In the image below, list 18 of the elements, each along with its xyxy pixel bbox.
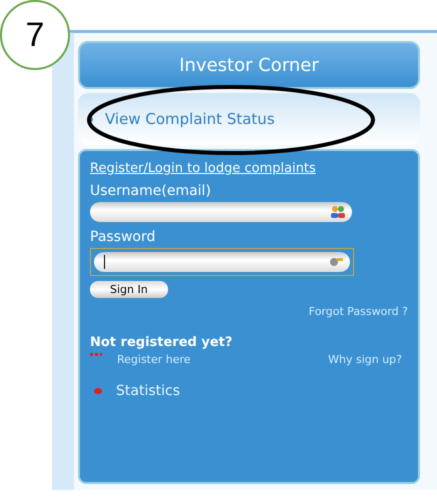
step-badge: 7 bbox=[0, 0, 70, 70]
sign-in-button[interactable]: Sign In bbox=[90, 281, 168, 298]
statistics-link[interactable]: Statistics bbox=[116, 383, 180, 399]
register-login-link[interactable]: Register/Login to lodge complaints bbox=[90, 161, 316, 176]
view-status-link[interactable]: View Complaint Status bbox=[105, 110, 275, 128]
password-label: Password bbox=[90, 229, 156, 245]
users-icon bbox=[330, 205, 346, 219]
not-registered-heading: Not registered yet? bbox=[90, 335, 232, 350]
forgot-password-link[interactable]: Forgot Password ? bbox=[308, 305, 408, 318]
key-icon bbox=[328, 255, 344, 269]
username-label: Username(email) bbox=[90, 183, 211, 199]
password-field[interactable] bbox=[90, 248, 354, 276]
panel-title: Investor Corner bbox=[78, 41, 420, 89]
dot-icon bbox=[94, 388, 102, 394]
dots-icon bbox=[90, 353, 102, 356]
why-sign-up-link[interactable]: Why sign up? bbox=[328, 353, 402, 366]
register-here-link[interactable]: Register here bbox=[117, 353, 191, 366]
username-field[interactable] bbox=[90, 202, 352, 222]
